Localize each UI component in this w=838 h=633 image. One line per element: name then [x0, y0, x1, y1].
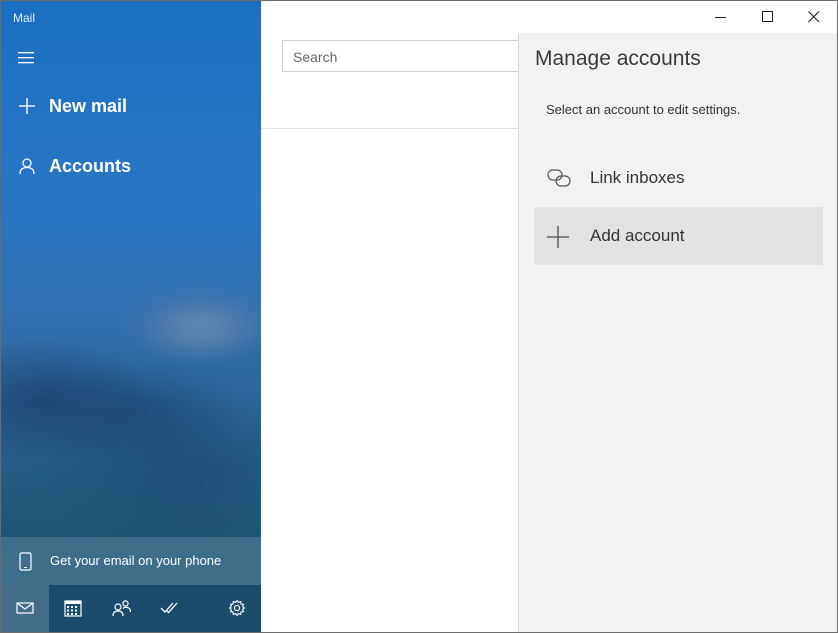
manage-accounts-pane: Manage accounts Select an account to edi…	[518, 33, 837, 632]
search-box[interactable]	[282, 40, 518, 73]
phone-promo-button[interactable]: Get your email on your phone	[1, 537, 261, 585]
hamburger-icon[interactable]	[18, 50, 36, 66]
maximize-icon	[762, 11, 773, 22]
accounts-button[interactable]: Accounts	[1, 146, 261, 186]
background-mountain-image	[1, 291, 261, 551]
settings-button[interactable]	[213, 585, 261, 632]
list-divider	[261, 128, 518, 129]
people-switch-button[interactable]	[97, 585, 145, 632]
manage-accounts-subtitle: Select an account to edit settings.	[546, 102, 741, 117]
bottom-app-bar	[1, 585, 261, 632]
todo-icon	[160, 602, 178, 614]
people-icon	[112, 600, 132, 617]
link-icon	[547, 168, 573, 193]
manage-accounts-title: Manage accounts	[535, 47, 701, 70]
new-mail-label: New mail	[49, 95, 128, 116]
app-title: Mail	[13, 11, 36, 25]
minimize-button[interactable]	[698, 2, 744, 32]
calendar-icon	[64, 600, 82, 617]
plus-icon	[18, 97, 36, 115]
link-inboxes-button[interactable]: Link inboxes	[534, 149, 823, 207]
close-icon	[808, 11, 820, 23]
new-mail-button[interactable]: New mail	[1, 86, 261, 126]
phone-icon	[19, 552, 33, 572]
add-account-label: Add account	[590, 226, 685, 245]
message-list-pane	[261, 1, 518, 632]
accounts-label: Accounts	[49, 155, 132, 176]
plus-icon	[547, 226, 569, 253]
mail-window: Mail New mail Accounts Get your email on…	[0, 0, 838, 633]
close-button[interactable]	[791, 2, 837, 32]
person-icon	[18, 157, 36, 175]
add-account-button[interactable]: Add account	[534, 207, 823, 265]
settings-icon	[228, 599, 246, 617]
todo-switch-button[interactable]	[145, 585, 193, 632]
mail-icon	[16, 602, 34, 614]
minimize-icon	[715, 17, 726, 18]
search-input[interactable]	[283, 41, 515, 73]
maximize-button[interactable]	[745, 2, 791, 32]
link-inboxes-label: Link inboxes	[590, 168, 685, 187]
mail-switch-button[interactable]	[1, 585, 49, 632]
calendar-switch-button[interactable]	[49, 585, 97, 632]
navigation-pane: Mail New mail Accounts Get your email on…	[1, 1, 261, 632]
phone-promo-label: Get your email on your phone	[50, 553, 222, 568]
